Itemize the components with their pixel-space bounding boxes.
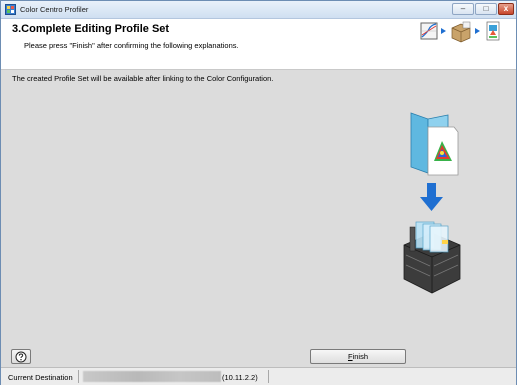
status-bar: Current Destination (10.11.2.2) xyxy=(1,367,516,385)
destination-name-redacted xyxy=(83,371,221,382)
current-destination-label: Current Destination xyxy=(8,373,73,382)
close-icon: x xyxy=(503,4,509,13)
page-subtitle: Please press "Finish" after confirming t… xyxy=(24,41,239,50)
app-icon xyxy=(5,4,16,15)
wizard-header: 3.Complete Editing Profile Set Please pr… xyxy=(1,19,516,70)
illustration xyxy=(403,112,461,294)
minimize-icon: – xyxy=(460,4,466,13)
main-window: Color Centro Profiler – □ x 3.Complete E… xyxy=(0,0,517,385)
printer-server-icon xyxy=(403,221,461,294)
maximize-button[interactable]: □ xyxy=(475,3,497,15)
destination-address: (10.11.2.2) xyxy=(222,373,258,382)
finish-label-rest: inish xyxy=(352,352,369,361)
step-arrow-icon xyxy=(441,28,446,34)
wizard-steps xyxy=(420,21,500,43)
finish-button[interactable]: Finish xyxy=(310,349,406,364)
status-divider xyxy=(268,370,269,383)
title-bar[interactable]: Color Centro Profiler – □ x xyxy=(1,1,516,19)
help-icon xyxy=(15,351,27,363)
info-message: The created Profile Set will be availabl… xyxy=(12,74,274,83)
page-title: 3.Complete Editing Profile Set xyxy=(12,23,170,35)
profile-folder-icon xyxy=(410,112,459,176)
minimize-button[interactable]: – xyxy=(452,3,474,15)
close-button[interactable]: x xyxy=(498,3,514,15)
graph-icon xyxy=(420,22,438,40)
window-title: Color Centro Profiler xyxy=(20,5,89,14)
help-button[interactable] xyxy=(11,349,31,364)
status-divider xyxy=(78,370,79,383)
package-icon xyxy=(451,21,471,43)
step-arrow-icon xyxy=(475,28,480,34)
document-icon xyxy=(486,21,500,41)
down-arrow-icon xyxy=(420,183,443,211)
maximize-icon: □ xyxy=(483,4,489,13)
